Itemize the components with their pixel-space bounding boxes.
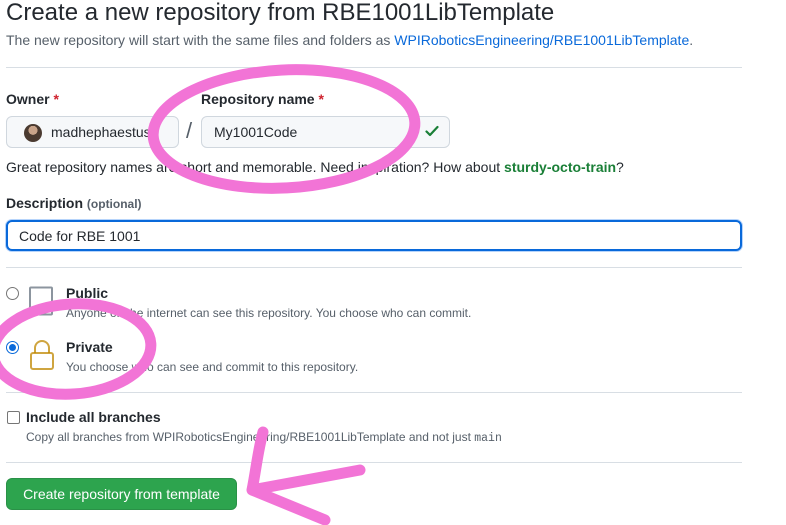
required-mark: * [318, 91, 324, 107]
description-label: Description (optional) [6, 195, 142, 211]
owner-repo-separator: / [186, 118, 193, 143]
repo-icon [29, 286, 53, 316]
hint-text: Great repository names are short and mem… [6, 159, 505, 175]
description-value: Code for RBE 1001 [19, 228, 141, 244]
subtitle-suffix: . [689, 32, 694, 48]
repo-name-label: Repository name * [201, 91, 324, 107]
private-radio[interactable] [6, 341, 19, 354]
avatar [24, 124, 42, 142]
private-description: You choose who can see and commit to thi… [66, 360, 359, 374]
branch-name: main [474, 432, 502, 445]
name-suggestion[interactable]: sturdy-octo-train [504, 159, 616, 175]
divider [6, 267, 742, 268]
lock-icon [30, 340, 54, 370]
private-title: Private [66, 339, 113, 355]
template-link[interactable]: WPIRoboticsEngineering/RBE1001LibTemplat… [394, 32, 689, 48]
branches-description-text: Copy all branches from WPIRoboticsEngine… [26, 430, 475, 444]
include-branches-title: Include all branches [26, 409, 161, 425]
check-icon [425, 125, 439, 137]
owner-select[interactable]: madhephaestus [6, 116, 179, 148]
annotation-overlay [0, 64, 421, 525]
description-label-text: Description [6, 195, 84, 211]
create-repository-button[interactable]: Create repository from template [6, 478, 237, 510]
annotation-arrow [246, 426, 366, 525]
required-mark: * [53, 91, 59, 107]
repo-name-hint: Great repository names are short and mem… [6, 159, 624, 175]
include-branches-description: Copy all branches from WPIRoboticsEngine… [26, 430, 502, 445]
hint-suffix: ? [616, 159, 624, 175]
repo-name-value: My1001Code [214, 124, 298, 140]
divider [6, 67, 742, 68]
divider [6, 462, 742, 463]
owner-name: madhephaestus [51, 124, 151, 140]
public-description: Anyone on the internet can see this repo… [66, 306, 472, 320]
page-title: Create a new repository from RBE1001LibT… [6, 0, 555, 26]
repo-name-label-text: Repository name [201, 91, 315, 107]
divider [6, 392, 742, 393]
optional-tag: (optional) [86, 197, 142, 211]
repo-name-input[interactable]: My1001Code [201, 116, 450, 148]
description-input[interactable]: Code for RBE 1001 [6, 220, 742, 251]
page-subtitle: The new repository will start with the s… [6, 32, 693, 48]
include-branches-checkbox[interactable] [7, 411, 20, 424]
owner-label: Owner * [6, 91, 59, 107]
public-title: Public [66, 285, 109, 301]
owner-label-text: Owner [6, 91, 50, 107]
subtitle-text: The new repository will start with the s… [6, 32, 395, 48]
public-radio[interactable] [6, 287, 19, 300]
